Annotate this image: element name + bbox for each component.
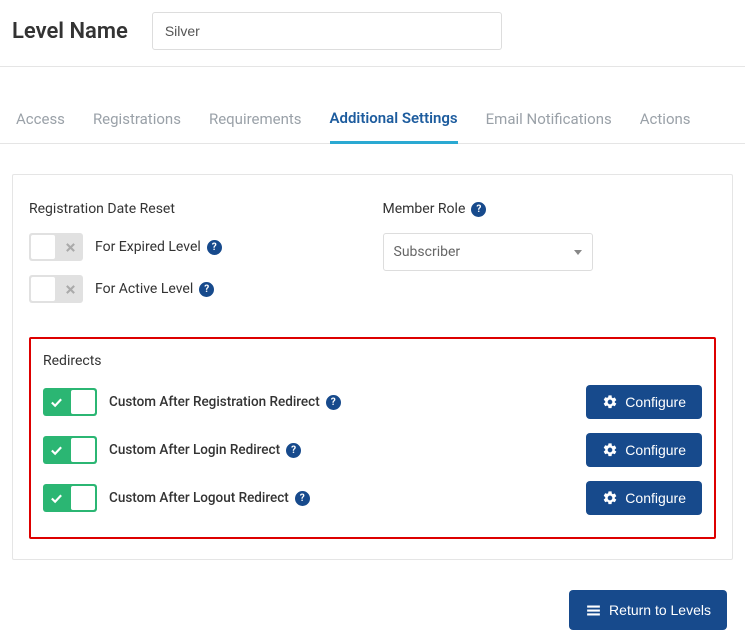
level-name-header: Level Name	[0, 0, 745, 67]
check-icon	[43, 396, 69, 409]
registration-date-reset-section: Registration Date Reset For Expired Leve…	[29, 201, 363, 317]
configure-button-label: Configure	[625, 490, 686, 506]
toggle-after-registration-redirect[interactable]	[43, 388, 97, 416]
toggle-active-level-label: For Active Level	[95, 281, 193, 297]
configure-after-login-button[interactable]: Configure	[586, 433, 702, 467]
help-icon[interactable]: ?	[295, 491, 310, 506]
footer: Return to Levels	[0, 560, 745, 642]
gear-icon	[602, 394, 618, 410]
tab-requirements[interactable]: Requirements	[209, 98, 302, 142]
help-icon[interactable]: ?	[199, 282, 214, 297]
list-icon	[585, 602, 602, 619]
redirect-after-registration-label: Custom After Registration Redirect	[109, 394, 320, 410]
tab-registrations[interactable]: Registrations	[93, 98, 181, 142]
redirects-title: Redirects	[43, 353, 702, 369]
member-role-section: Member Role ? Subscriber	[383, 201, 717, 317]
toggle-after-logout-redirect[interactable]	[43, 484, 97, 512]
level-name-label: Level Name	[12, 19, 128, 44]
check-icon	[43, 492, 69, 505]
tab-access[interactable]: Access	[16, 98, 65, 142]
help-icon[interactable]: ?	[471, 202, 486, 217]
tabs-nav: Access Registrations Requirements Additi…	[0, 97, 745, 144]
check-icon	[43, 444, 69, 457]
help-icon[interactable]: ?	[286, 443, 301, 458]
tab-actions[interactable]: Actions	[640, 98, 691, 142]
configure-button-label: Configure	[625, 394, 686, 410]
toggle-after-login-redirect[interactable]	[43, 436, 97, 464]
level-name-input[interactable]	[152, 12, 502, 50]
gear-icon	[602, 490, 618, 506]
member-role-selected: Subscriber	[394, 244, 461, 260]
x-icon	[57, 284, 83, 295]
redirect-after-logout-label: Custom After Logout Redirect	[109, 490, 289, 506]
redirects-section: Redirects Custom After Registration Redi…	[29, 337, 716, 539]
configure-after-logout-button[interactable]: Configure	[586, 481, 702, 515]
tab-additional-settings[interactable]: Additional Settings	[330, 97, 458, 144]
settings-panel: Registration Date Reset For Expired Leve…	[12, 174, 733, 560]
toggle-expired-level-label: For Expired Level	[95, 239, 201, 255]
help-icon[interactable]: ?	[207, 240, 222, 255]
tab-email-notifications[interactable]: Email Notifications	[486, 98, 612, 142]
return-to-levels-label: Return to Levels	[609, 602, 711, 618]
redirect-after-login-label: Custom After Login Redirect	[109, 442, 280, 458]
registration-date-reset-title: Registration Date Reset	[29, 201, 363, 217]
gear-icon	[602, 442, 618, 458]
configure-button-label: Configure	[625, 442, 686, 458]
help-icon[interactable]: ?	[326, 395, 341, 410]
toggle-active-level[interactable]	[29, 275, 83, 303]
member-role-dropdown[interactable]: Subscriber	[383, 233, 593, 271]
toggle-expired-level[interactable]	[29, 233, 83, 261]
return-to-levels-button[interactable]: Return to Levels	[569, 590, 727, 630]
configure-after-registration-button[interactable]: Configure	[586, 385, 702, 419]
member-role-title: Member Role	[383, 201, 466, 217]
chevron-down-icon	[574, 250, 582, 255]
x-icon	[57, 242, 83, 253]
